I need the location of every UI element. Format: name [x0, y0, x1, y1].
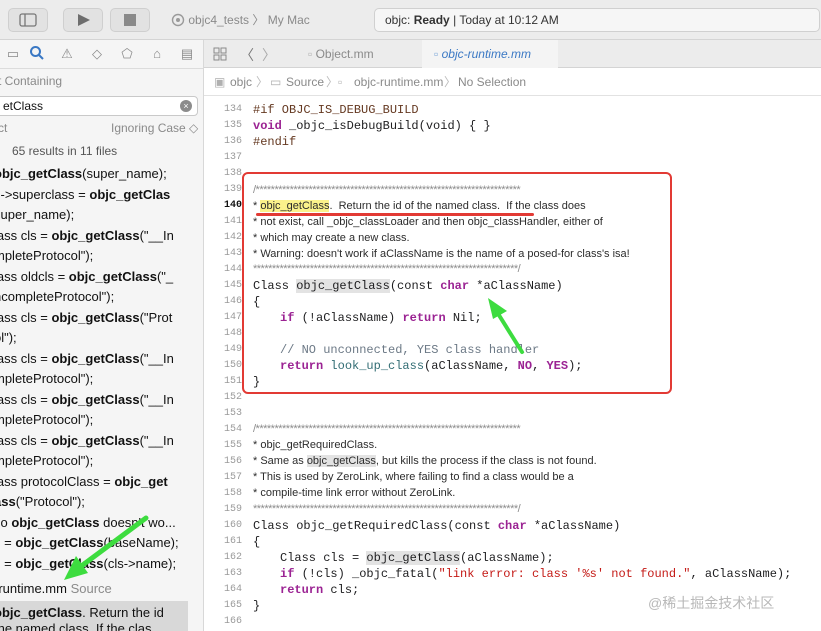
- watermark: @稀土掘金技术社区: [648, 595, 775, 611]
- annotation-arrows: [64, 298, 524, 580]
- arrow-icon: [64, 515, 149, 580]
- arrow-icon: [488, 298, 524, 354]
